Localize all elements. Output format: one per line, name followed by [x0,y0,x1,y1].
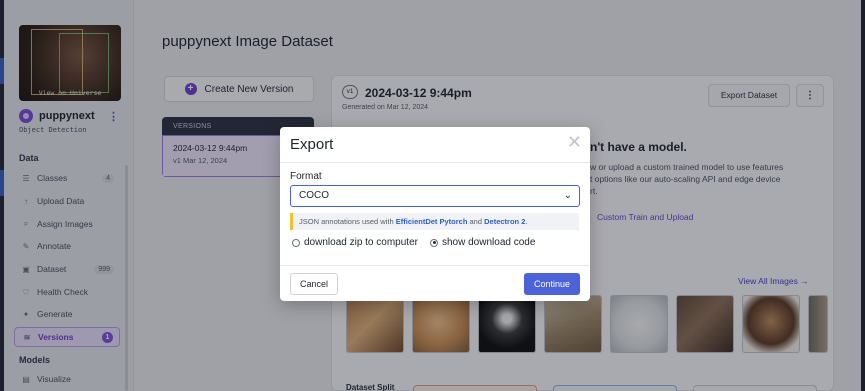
export-modal: Export ✕ Format COCO ⌄ JSON annotations … [280,127,590,301]
efficientdet-link[interactable]: EfficientDet Pytorch [396,217,468,226]
continue-button[interactable]: Continue [524,273,580,295]
modal-header: Export ✕ [280,127,590,163]
download-zip-radio[interactable] [292,238,300,247]
modal-divider [280,265,590,266]
show-code-radio[interactable] [430,238,438,247]
format-select[interactable]: COCO ⌄ [290,185,580,207]
chevron-down-icon: ⌄ [563,190,572,201]
show-code-label: show download code [442,237,536,248]
show-code-option[interactable]: show download code [430,237,535,248]
format-info-text: JSON annotations used with [299,217,396,226]
cancel-button[interactable]: Cancel [290,273,338,295]
download-zip-label: download zip to computer [304,237,418,248]
format-info-callout: JSON annotations used with EfficientDet … [290,213,579,230]
modal-title: Export [290,136,334,153]
detectron-link[interactable]: Detectron 2 [484,217,525,226]
format-info-text: and [467,217,485,226]
format-info-text: . [525,217,528,226]
close-icon[interactable]: ✕ [567,133,582,151]
format-label: Format [290,171,322,182]
download-zip-option[interactable]: download zip to computer [292,237,418,248]
format-select-value: COCO [299,190,329,201]
